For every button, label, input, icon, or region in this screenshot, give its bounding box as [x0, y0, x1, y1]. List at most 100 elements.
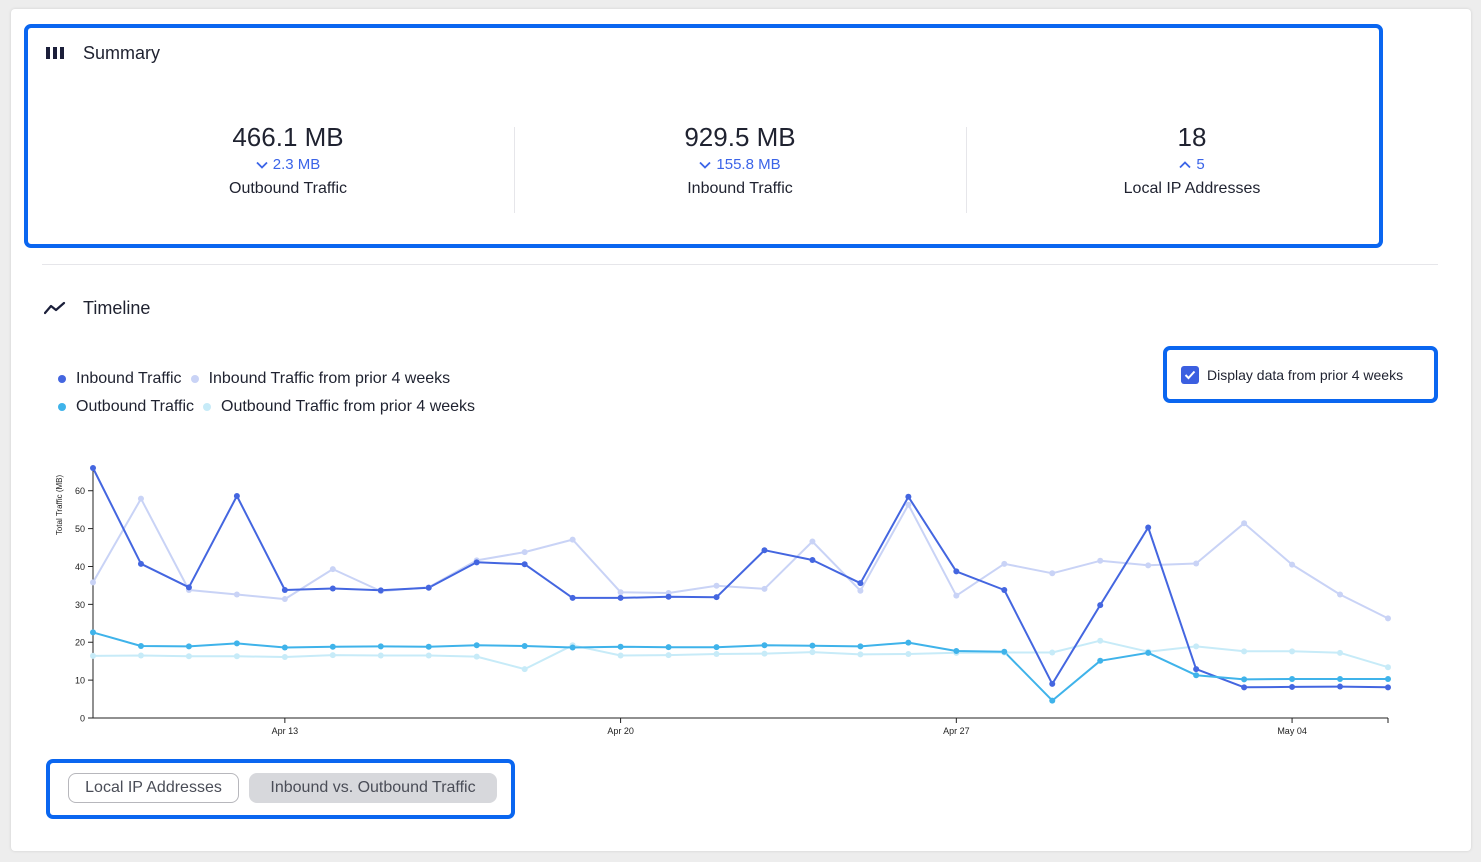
- y-tick-label: 0: [80, 714, 85, 724]
- x-tick-label: May 04: [1277, 726, 1307, 736]
- data-point: [425, 652, 432, 659]
- data-point: [569, 594, 576, 601]
- data-point: [1385, 684, 1391, 691]
- data-point: [905, 639, 912, 646]
- data-point: [857, 643, 864, 650]
- data-point: [905, 501, 912, 508]
- data-point: [137, 643, 144, 650]
- data-point: [1049, 680, 1056, 687]
- data-point: [1241, 684, 1248, 691]
- data-point: [1193, 666, 1200, 673]
- data-point: [1289, 648, 1296, 655]
- data-point: [857, 580, 864, 587]
- data-point: [473, 653, 480, 660]
- data-point: [281, 654, 288, 661]
- data-point: [377, 643, 384, 650]
- data-point: [329, 652, 336, 659]
- data-point: [185, 653, 192, 660]
- data-point: [137, 652, 144, 659]
- timeline-chart: 0 10 20 30 40 50 60 Apr 13 Apr 20 Apr 27 May 04 Tot…: [55, 465, 1391, 736]
- data-point: [1385, 675, 1391, 682]
- data-point: [905, 650, 912, 657]
- data-point: [329, 566, 336, 573]
- data-point: [1145, 562, 1152, 569]
- y-tick-label: 50: [75, 524, 85, 534]
- data-point: [377, 652, 384, 659]
- data-point: [1337, 683, 1344, 690]
- data-point: [569, 644, 576, 651]
- data-point: [473, 559, 480, 566]
- series-line: [92, 631, 1388, 702]
- data-point: [809, 642, 816, 649]
- data-point: [1193, 560, 1200, 567]
- x-tick-label: Apr 20: [607, 726, 634, 736]
- data-point: [617, 652, 624, 659]
- tab-local-ip-addresses[interactable]: Local IP Addresses: [68, 773, 239, 803]
- data-point: [1097, 557, 1104, 564]
- data-point: [713, 644, 720, 651]
- data-point: [809, 649, 816, 656]
- data-point: [1241, 520, 1248, 527]
- data-point: [329, 585, 336, 592]
- data-point: [1385, 615, 1391, 622]
- y-tick-label: 30: [75, 600, 85, 610]
- data-point: [713, 594, 720, 601]
- data-point: [1337, 675, 1344, 682]
- data-point: [617, 643, 624, 650]
- data-point: [377, 587, 384, 594]
- data-point: [90, 652, 96, 659]
- data-point: [425, 643, 432, 650]
- data-point: [1145, 524, 1152, 531]
- data-point: [473, 642, 480, 649]
- data-point: [281, 586, 288, 593]
- data-point: [905, 493, 912, 500]
- data-point: [953, 592, 960, 599]
- y-tick-label: 40: [75, 562, 85, 572]
- data-point: [185, 584, 192, 591]
- data-point: [521, 549, 528, 556]
- data-point: [1241, 648, 1248, 655]
- data-point: [953, 568, 960, 575]
- data-point: [761, 642, 768, 649]
- tab-inbound-vs-outbound[interactable]: Inbound vs. Outbound Traffic: [249, 773, 497, 803]
- x-tick-label: Apr 27: [943, 726, 970, 736]
- data-point: [1001, 648, 1008, 655]
- data-point: [665, 652, 672, 659]
- data-point: [1049, 697, 1056, 704]
- data-point: [233, 591, 240, 598]
- data-point: [233, 640, 240, 647]
- data-point: [233, 653, 240, 660]
- data-point: [1289, 675, 1296, 682]
- data-point: [1193, 672, 1200, 679]
- data-point: [713, 650, 720, 657]
- data-point: [1289, 561, 1296, 568]
- y-tick-label: 10: [75, 676, 85, 686]
- data-point: [1193, 643, 1200, 650]
- data-point: [809, 538, 816, 545]
- y-axis-label: Total Traffic (MB): [55, 475, 64, 536]
- data-point: [1097, 637, 1104, 644]
- data-point: [90, 629, 96, 636]
- data-point: [857, 587, 864, 594]
- x-tick-label: Apr 13: [272, 726, 299, 736]
- data-point: [617, 589, 624, 596]
- data-point: [665, 593, 672, 600]
- y-tick-label: 20: [75, 638, 85, 648]
- data-point: [665, 644, 672, 651]
- data-point: [761, 585, 768, 592]
- data-point: [1049, 570, 1056, 577]
- data-point: [137, 560, 144, 567]
- data-point: [521, 666, 528, 673]
- data-point: [1097, 657, 1104, 664]
- data-point: [425, 584, 432, 591]
- data-point: [1145, 649, 1152, 656]
- data-point: [1097, 602, 1104, 609]
- data-point: [1049, 649, 1056, 656]
- data-point: [137, 495, 144, 502]
- data-point: [761, 547, 768, 554]
- data-point: [809, 557, 816, 564]
- data-point: [1289, 683, 1296, 690]
- data-point: [1337, 591, 1344, 598]
- data-point: [521, 643, 528, 650]
- data-point: [233, 493, 240, 500]
